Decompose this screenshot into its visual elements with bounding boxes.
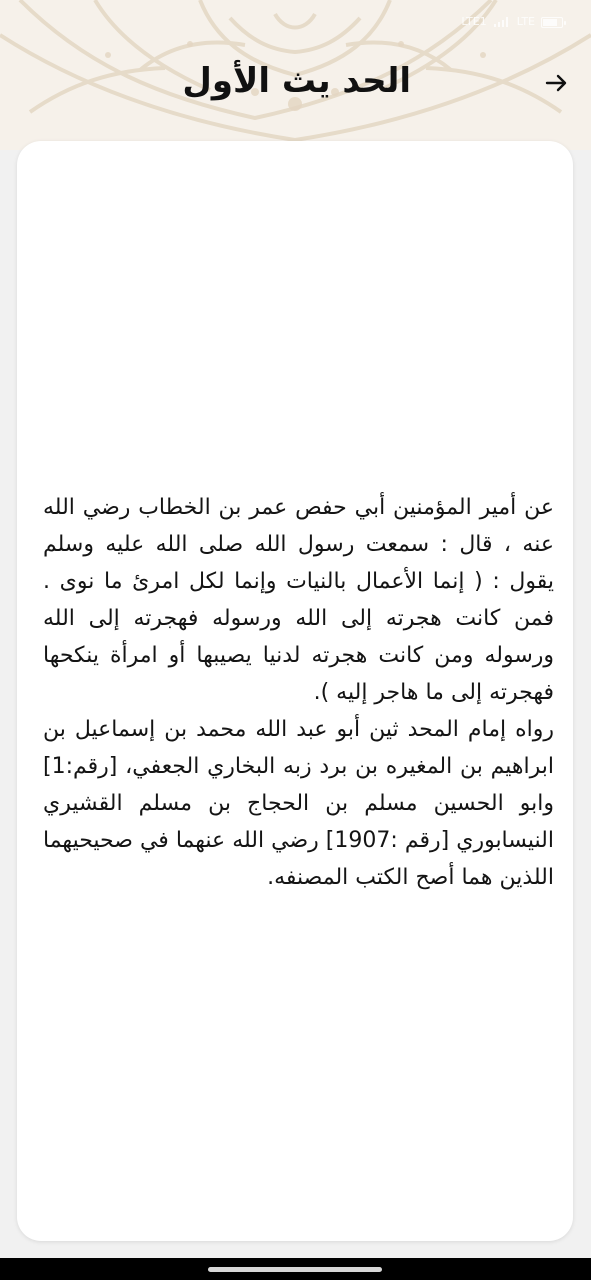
hadith-card: عن أمير المؤمنين أبي حفص عمر بن الخطاب ر… [17, 141, 573, 1241]
battery-icon [541, 16, 566, 28]
system-navigation-bar [0, 1258, 591, 1280]
back-button[interactable] [539, 66, 573, 100]
screen: LTE1 LTE الحد يث الأول عن أمير المؤمنين … [0, 0, 591, 1280]
status-item: LTE [516, 15, 535, 28]
arrow-right-icon [545, 74, 567, 92]
hadith-paragraph: رواه إمام المحد ثين أبو عبد الله محمد بن… [43, 717, 554, 890]
home-indicator[interactable] [208, 1267, 382, 1272]
hadith-paragraph: عن أمير المؤمنين أبي حفص عمر بن الخطاب ر… [43, 495, 554, 705]
status-item: LTE1 [461, 15, 487, 28]
signal-icon [493, 17, 508, 27]
header: الحد يث الأول [0, 48, 591, 118]
page-title: الحد يث الأول [182, 61, 411, 101]
hadith-text: عن أمير المؤمنين أبي حفص عمر بن الخطاب ر… [43, 489, 554, 896]
status-bar: LTE1 LTE [461, 12, 566, 32]
